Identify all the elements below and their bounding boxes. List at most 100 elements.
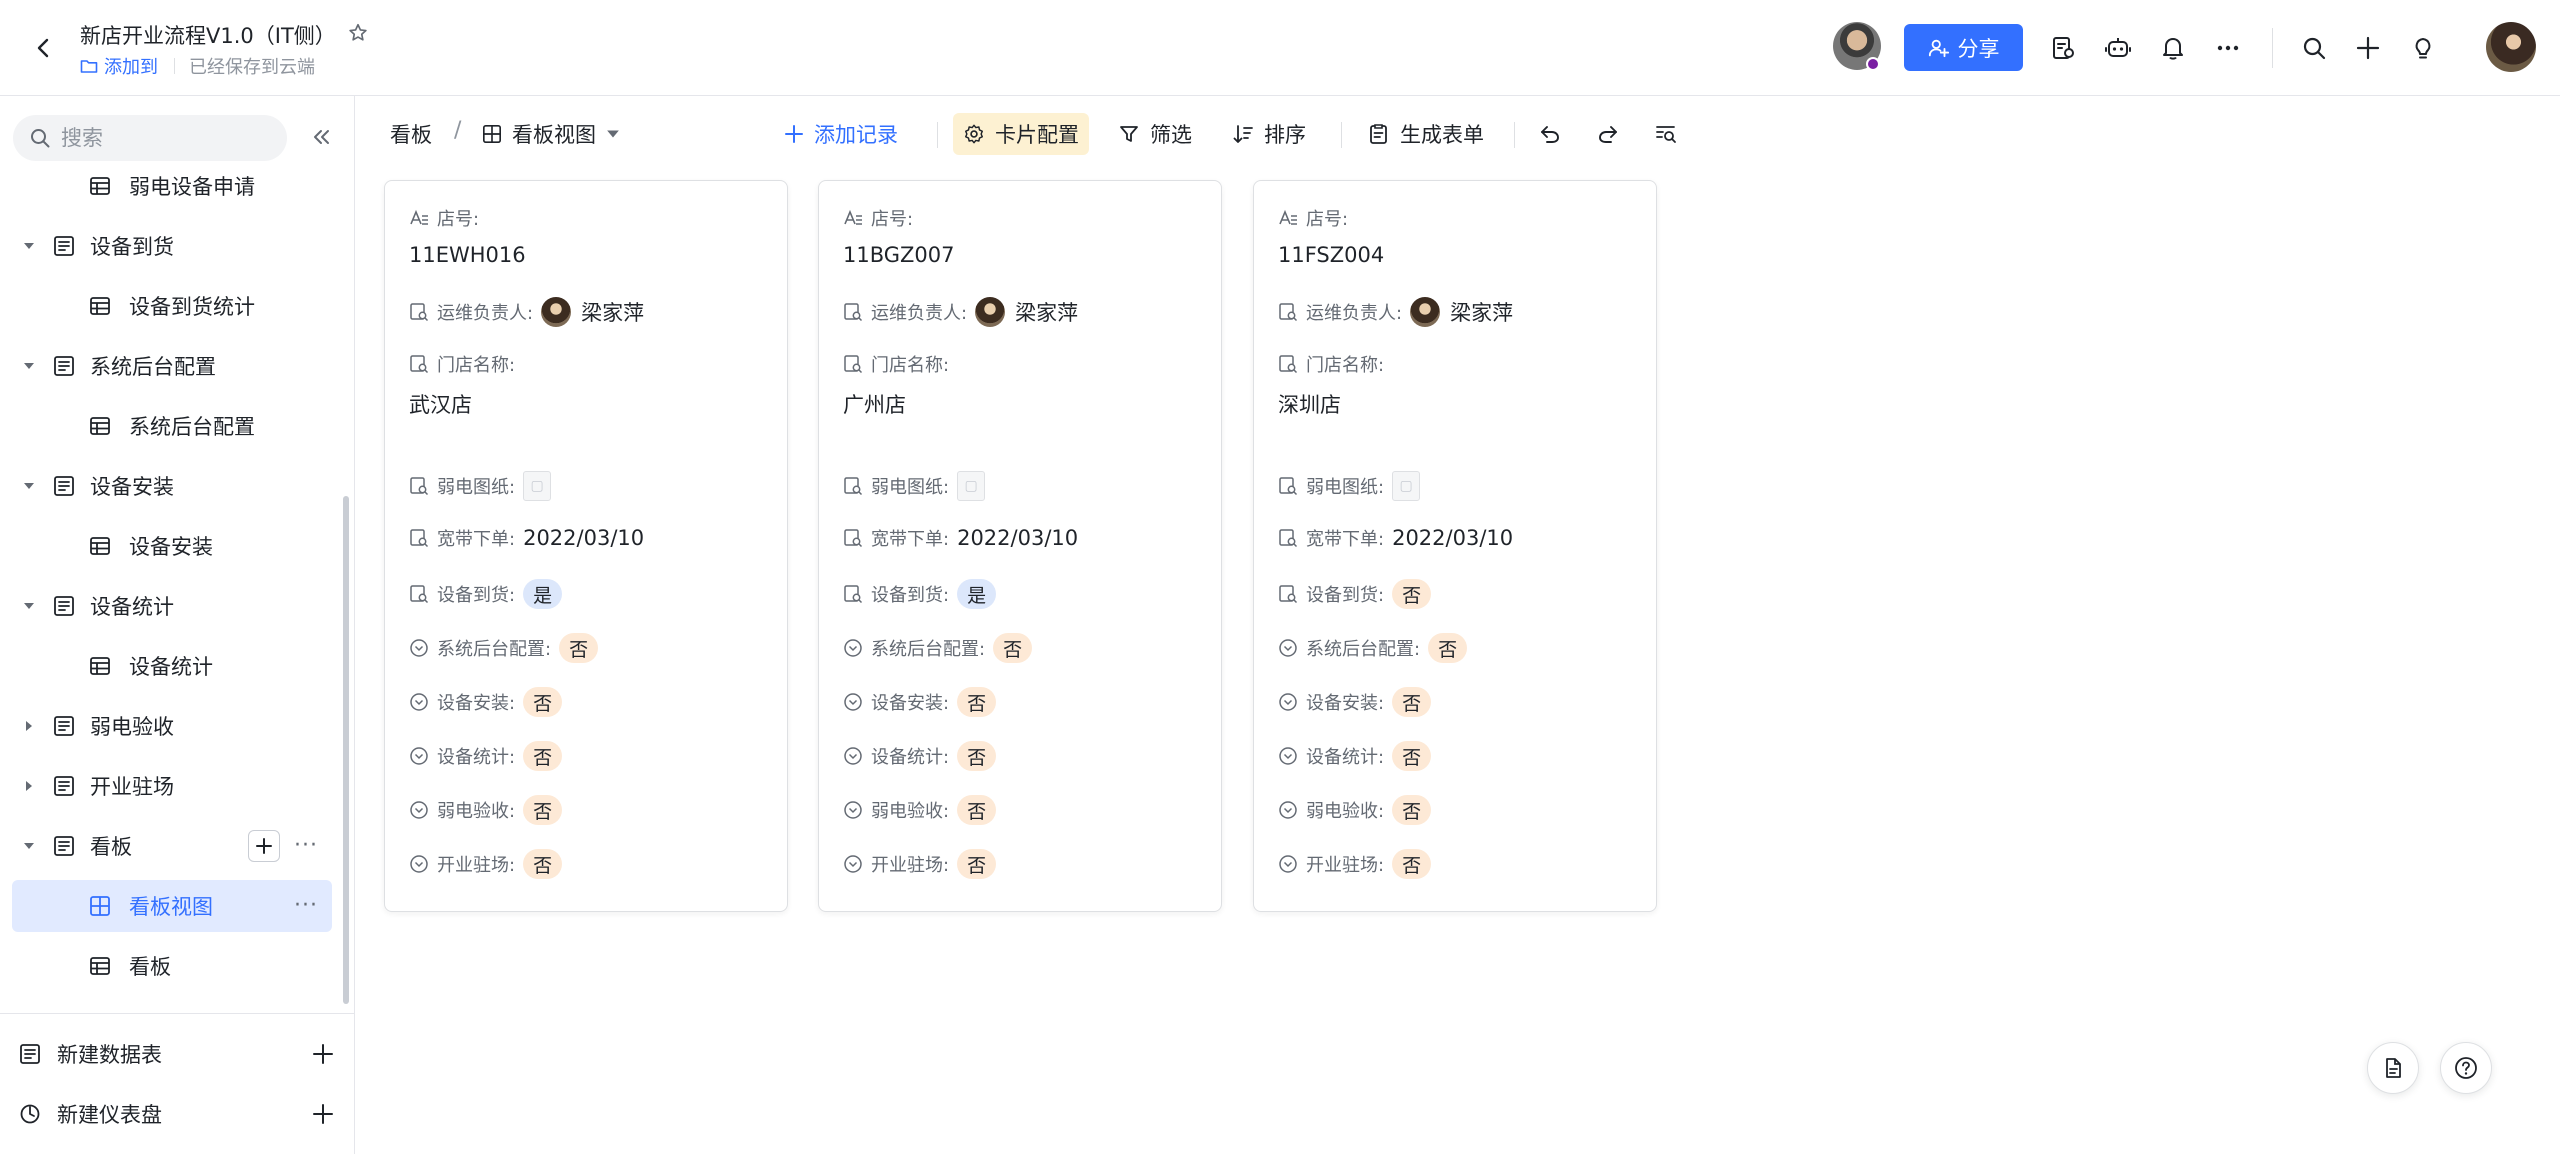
sidebar-item-label: 系统后台配置 (90, 355, 216, 379)
form-icon (1370, 124, 1387, 144)
sidebar-item-kanban-table[interactable]: 看板 (12, 940, 332, 992)
single-select-icon (843, 800, 863, 820)
doc-info-icon[interactable] (2045, 30, 2081, 66)
sidebar-item-opening-onsite[interactable]: 开业驻场 (12, 760, 332, 812)
undo-button[interactable] (1538, 108, 1562, 160)
caret-right-icon[interactable] (22, 719, 36, 733)
field-label-opening: 开业驻场: 否 (409, 849, 563, 879)
redo-button[interactable] (1596, 108, 1620, 160)
robot-icon[interactable] (2100, 30, 2136, 66)
sidebar-scrollbar[interactable] (343, 496, 349, 1004)
sidebar-item-label: 开业驻场 (90, 775, 174, 799)
kanban-card[interactable]: 店号: 11EWH016 运维负责人: 梁家萍 门店名称: 武汉店 弱电图纸: … (384, 180, 788, 912)
filter-button[interactable]: 筛选 (1118, 108, 1192, 160)
folder-icon (80, 60, 98, 73)
caret-down-icon[interactable] (22, 359, 36, 373)
status-tag: 是 (523, 579, 563, 609)
lightbulb-icon[interactable] (2405, 30, 2441, 66)
search-icon[interactable] (2296, 30, 2332, 66)
single-select-icon (843, 746, 863, 766)
plus-icon[interactable] (309, 1040, 337, 1068)
sidebar-item-kanban[interactable]: 看板 ··· (12, 820, 332, 872)
add-view-button[interactable] (248, 830, 281, 862)
status-tag: 否 (1428, 633, 1468, 663)
sidebar-item-equipment-stats[interactable]: 设备统计 (12, 580, 332, 632)
sidebar-item-backend-config[interactable]: 系统后台配置 (12, 340, 332, 392)
sidebar-item-equipment-stats-table[interactable]: 设备统计 (12, 640, 332, 692)
sidebar-item-equipment-install[interactable]: 设备安装 (12, 460, 332, 512)
attachment-thumbnail[interactable]: ▢ (523, 471, 552, 501)
sidebar-item-backend-config-table[interactable]: 系统后台配置 (12, 400, 332, 452)
sidebar-item-equipment-arrival[interactable]: 设备到货 (12, 220, 332, 272)
attachment-thumbnail[interactable]: ▢ (1392, 471, 1421, 501)
view-switcher[interactable]: 看板视图 (482, 108, 620, 160)
document-button[interactable] (2367, 1042, 2419, 1094)
document-title: 新店开业流程V1.0（IT侧） (80, 24, 336, 48)
status-tag: 否 (1392, 741, 1432, 771)
single-select-icon (1278, 746, 1298, 766)
help-button[interactable] (2440, 1042, 2492, 1094)
field-label-backend: 系统后台配置: 否 (409, 633, 599, 663)
back-button[interactable] (26, 30, 62, 66)
caret-down-icon[interactable] (22, 599, 36, 613)
kanban-card[interactable]: 店号: 11BGZ007 运维负责人: 梁家萍 门店名称: 广州店 弱电图纸: … (818, 180, 1222, 912)
divider (2272, 28, 2273, 68)
field-label-drawing: 弱电图纸: ▢ (409, 471, 552, 501)
collapse-sidebar-button[interactable] (306, 122, 336, 152)
add-to-button[interactable]: 添加到 (80, 53, 158, 79)
sidebar-item-equipment-install-table[interactable]: 设备安装 (12, 520, 332, 572)
caret-down-icon[interactable] (22, 479, 36, 493)
caret-down-icon[interactable] (22, 239, 36, 253)
single-select-icon (843, 692, 863, 712)
broadband-value: 2022/03/10 (1392, 526, 1514, 550)
card-config-button[interactable]: 卡片配置 (953, 113, 1089, 155)
add-record-label: 添加记录 (814, 123, 898, 147)
more-icon[interactable]: ··· (294, 835, 318, 857)
lookup-field-icon (409, 476, 429, 496)
chevron-left-icon (37, 38, 49, 58)
field-label-stats: 设备统计: 否 (843, 741, 997, 771)
single-select-icon (409, 638, 429, 658)
broadband-value: 2022/03/10 (523, 526, 645, 550)
sidebar-item-weak-current-acceptance[interactable]: 弱电验收 (12, 700, 332, 752)
generate-form-button[interactable]: 生成表单 (1368, 108, 1484, 160)
divider (174, 58, 175, 74)
more-icon[interactable]: ··· (294, 895, 318, 917)
new-dashboard-button[interactable]: 新建仪表盘 (0, 1088, 355, 1140)
sidebar-search[interactable] (13, 115, 287, 161)
sidebar-item-label: 设备安装 (90, 475, 174, 499)
single-select-icon (409, 692, 429, 712)
form-icon (52, 774, 76, 798)
search-records-button[interactable] (1654, 108, 1678, 160)
plus-icon[interactable] (309, 1100, 337, 1128)
favorite-star-icon[interactable] (345, 20, 371, 46)
share-button[interactable]: 分享 (1904, 24, 2023, 71)
plus-icon[interactable] (2350, 30, 2386, 66)
more-icon[interactable] (2210, 30, 2246, 66)
kanban-card[interactable]: 店号: 11FSZ004 运维负责人: 梁家萍 门店名称: 深圳店 弱电图纸: … (1253, 180, 1657, 912)
search-input[interactable] (61, 126, 261, 150)
sidebar-item-kanban-view[interactable]: 看板视图 ··· (12, 880, 332, 932)
new-table-button[interactable]: 新建数据表 (0, 1028, 355, 1080)
plus-icon (785, 125, 803, 143)
sidebar-item-label: 看板 (90, 835, 132, 859)
attachment-thumbnail[interactable]: ▢ (957, 471, 986, 501)
sidebar-item-arrival-stats[interactable]: 设备到货统计 (12, 280, 332, 332)
breadcrumb-root[interactable]: 看板 (390, 108, 432, 160)
form-icon (52, 354, 76, 378)
lookup-field-icon (843, 302, 863, 322)
bell-icon[interactable] (2155, 30, 2191, 66)
avatar (1410, 297, 1441, 327)
sort-button[interactable]: 排序 (1232, 108, 1306, 160)
presence-dot (1866, 57, 1880, 71)
field-label-store-no: 店号: (843, 205, 913, 231)
sort-icon (1233, 125, 1253, 143)
caret-down-icon[interactable] (22, 839, 36, 853)
user-avatar[interactable] (2486, 22, 2536, 72)
redo-icon (1599, 126, 1617, 143)
breadcrumb-root-label: 看板 (390, 123, 432, 147)
plus-icon (256, 838, 273, 854)
sidebar-item-weak-current-apply[interactable]: 弱电设备申请 (12, 160, 332, 212)
add-record-button[interactable]: 添加记录 (784, 108, 898, 160)
caret-right-icon[interactable] (22, 779, 36, 793)
